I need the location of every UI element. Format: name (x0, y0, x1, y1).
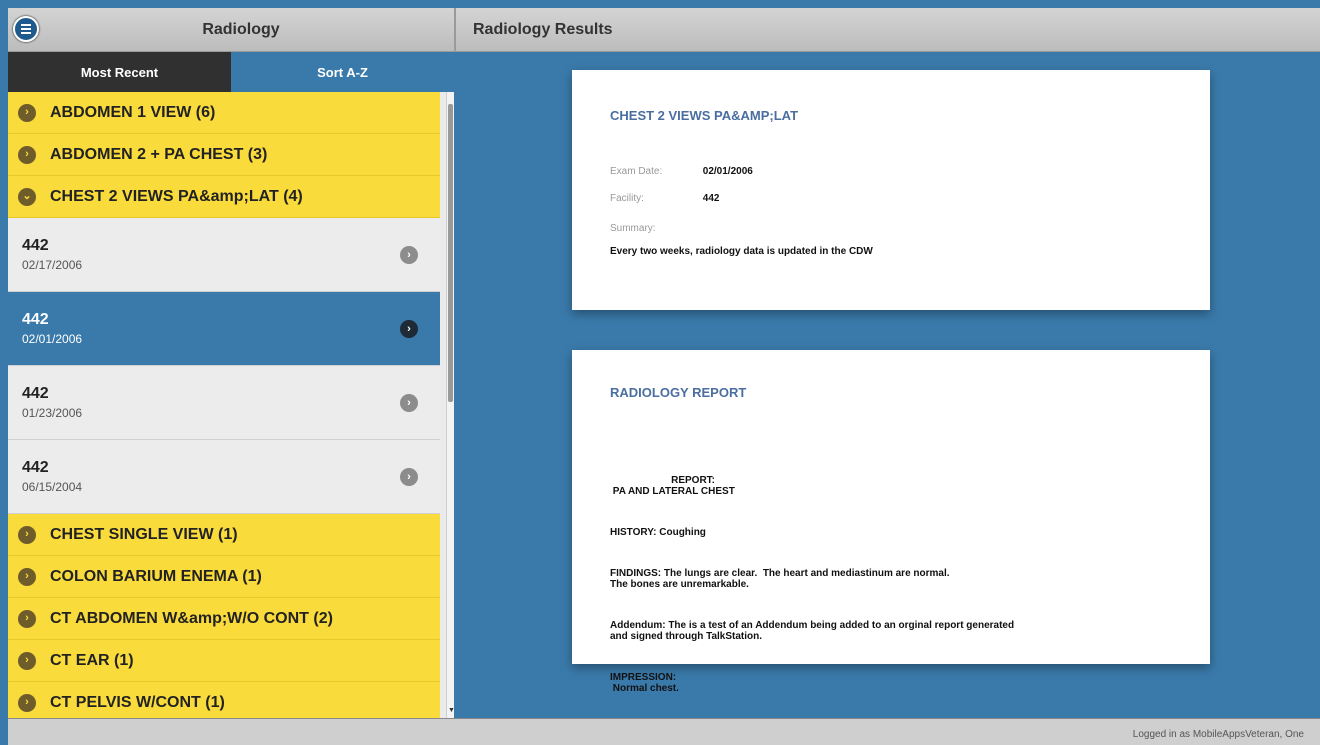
entry-date: 01/23/2006 (22, 406, 83, 420)
report-addendum-cont: and signed through TalkStation. (610, 631, 763, 642)
report-label: REPORT: (610, 475, 716, 486)
category-label: CT EAR (1) (50, 651, 134, 669)
scroll-down-icon[interactable]: ▼ (448, 707, 454, 714)
left-header: Radiology (8, 8, 454, 52)
exam-entry[interactable]: 442 01/23/2006 › (8, 366, 440, 440)
report-heading: RADIOLOGY REPORT (610, 385, 747, 400)
facility-value: 442 (702, 193, 720, 204)
exam-entry[interactable]: 442 02/17/2006 › (8, 218, 440, 292)
chevron-right-icon: › (18, 567, 36, 586)
category-row[interactable]: › COLON BARIUM ENEMA (1) (8, 556, 440, 598)
most-recent-tab[interactable]: Most Recent (8, 52, 231, 92)
entry-facility: 442 (22, 459, 49, 476)
sort-az-tab[interactable]: Sort A-Z (231, 52, 454, 92)
status-bar: Logged in as MobileAppsVeteran, One (8, 718, 1320, 745)
category-row[interactable]: › CT EAR (1) (8, 640, 440, 682)
chevron-right-icon: › (400, 320, 418, 338)
chevron-right-icon: › (400, 468, 418, 486)
entry-facility: 442 (22, 385, 49, 402)
category-label: COLON BARIUM ENEMA (1) (50, 567, 262, 585)
report-addendum: Addendum: The is a test of an Addendum b… (610, 620, 1015, 631)
left-panel-title: Radiology (202, 20, 280, 38)
summary-label: Summary: (610, 223, 656, 234)
exam-date-value: 02/01/2006 (702, 166, 753, 177)
category-label: CT ABDOMEN W&amp;W/O CONT (2) (50, 609, 333, 627)
exam-date-row: Exam Date: 02/01/2006 (610, 166, 753, 177)
report-exam: PA AND LATERAL CHEST (610, 486, 735, 497)
list-scrollbar[interactable]: ▼ (446, 92, 454, 718)
entry-facility: 442 (22, 237, 49, 254)
report-impression: IMPRESSION: (610, 672, 677, 683)
exam-entry-selected[interactable]: 442 02/01/2006 › (8, 292, 440, 366)
entry-date: 02/01/2006 (22, 332, 83, 346)
report-findings-cont: The bones are unremarkable. (610, 579, 749, 590)
right-panel-title: Radiology Results (473, 20, 613, 38)
entry-facility: 442 (22, 311, 49, 328)
category-row[interactable]: › CHEST SINGLE VIEW (1) (8, 514, 440, 556)
sort-segmented-control: Most Recent Sort A-Z (8, 52, 454, 92)
category-label: ABDOMEN 2 + PA CHEST (3) (50, 145, 268, 163)
report-history: HISTORY: Coughing (610, 527, 706, 538)
category-label: CHEST SINGLE VIEW (1) (50, 525, 238, 543)
report-findings: FINDINGS: The lungs are clear. The heart… (610, 568, 950, 579)
radiology-report-card: RADIOLOGY REPORT REPORT: PA AND LATERAL … (572, 350, 1210, 694)
chevron-right-icon: › (400, 394, 418, 412)
chevron-right-icon: › (18, 693, 36, 712)
chevron-right-icon: › (18, 651, 36, 670)
entry-date: 06/15/2004 (22, 480, 83, 494)
exam-list: › ABDOMEN 1 VIEW (6) › ABDOMEN 2 + PA CH… (8, 92, 440, 718)
logged-in-status: Logged in as MobileAppsVeteran, One (1132, 729, 1304, 740)
category-label: CT PELVIS W/CONT (1) (50, 693, 225, 711)
entry-date: 02/17/2006 (22, 258, 83, 272)
left-panel: Radiology Most Recent Sort A-Z › ABDOMEN… (8, 8, 454, 718)
exam-title: CHEST 2 VIEWS PA&AMP;LAT (610, 108, 799, 123)
chevron-down-icon: ⌄ (18, 187, 36, 206)
exam-date-label: Exam Date: (610, 166, 663, 177)
category-row[interactable]: › ABDOMEN 2 + PA CHEST (3) (8, 134, 440, 176)
chevron-right-icon: › (18, 525, 36, 544)
category-label: ABDOMEN 1 VIEW (6) (50, 103, 216, 121)
report-impression-text: Normal chest. (610, 683, 679, 694)
report-body: REPORT: PA AND LATERAL CHEST HISTORY: Co… (610, 453, 1014, 724)
scrollbar-thumb[interactable] (448, 104, 453, 402)
right-header: Radiology Results (454, 8, 1320, 52)
category-label: CHEST 2 VIEWS PA&amp;LAT (4) (50, 187, 303, 205)
category-row[interactable]: › ABDOMEN 1 VIEW (6) (8, 92, 440, 134)
category-row-expanded[interactable]: ⌄ CHEST 2 VIEWS PA&amp;LAT (4) (8, 176, 440, 218)
exam-entry[interactable]: 442 06/15/2004 › (8, 440, 440, 514)
app: Radiology Most Recent Sort A-Z › ABDOMEN… (0, 0, 1320, 745)
summary-row: Summary: (610, 223, 700, 234)
chevron-right-icon: › (400, 246, 418, 264)
facility-row: Facility: 442 (610, 193, 719, 204)
chevron-right-icon: › (18, 609, 36, 628)
category-row[interactable]: › CT ABDOMEN W&amp;W/O CONT (2) (8, 598, 440, 640)
chevron-right-icon: › (18, 103, 36, 122)
category-row[interactable]: › CT PELVIS W/CONT (1) (8, 682, 440, 718)
summary-text: Every two weeks, radiology data is updat… (610, 246, 873, 257)
menu-icon[interactable] (13, 16, 39, 42)
facility-label: Facility: (610, 193, 644, 204)
exam-summary-card: CHEST 2 VIEWS PA&AMP;LAT Exam Date: 02/0… (572, 70, 1210, 310)
chevron-right-icon: › (18, 145, 36, 164)
